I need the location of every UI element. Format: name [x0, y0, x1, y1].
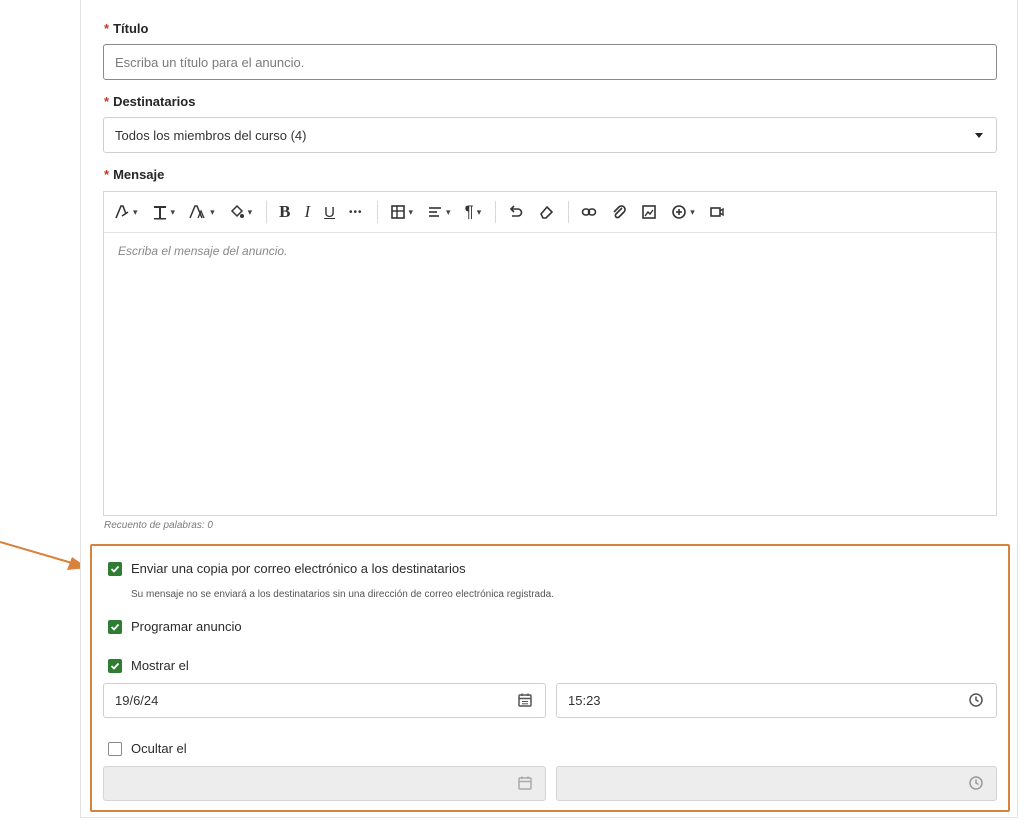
table-icon[interactable]: ▾ — [390, 204, 413, 220]
email-copy-option[interactable]: Enviar una copia por correo electrónico … — [108, 561, 466, 576]
hide-on-checkbox[interactable] — [108, 741, 122, 756]
font-size-icon[interactable]: ▾ — [189, 204, 215, 220]
show-date-input[interactable]: 19/6/24 — [103, 683, 546, 718]
message-editor[interactable]: ▾ ▾ ▾ ▾ B I U ••• ▾ ▾ ¶ ▾ ▾ Escriba el m… — [103, 191, 997, 516]
show-time-value: 15:23 — [568, 693, 601, 708]
schedule-option[interactable]: Programar anuncio — [108, 619, 242, 634]
paragraph-icon[interactable]: ¶ ▾ — [465, 202, 482, 222]
text-format-icon[interactable]: ▾ — [152, 204, 175, 220]
hide-time-input — [556, 766, 997, 801]
title-input[interactable]: Escriba un título para el anuncio. — [103, 44, 997, 80]
check-icon — [110, 565, 120, 573]
calendar-icon[interactable] — [517, 692, 533, 708]
email-copy-label: Enviar una copia por correo electrónico … — [131, 561, 466, 576]
clock-icon — [969, 776, 983, 790]
more-icon[interactable]: ••• — [349, 207, 363, 218]
show-on-option[interactable]: Mostrar el — [108, 658, 189, 673]
insert-icon[interactable]: ▾ — [671, 204, 695, 220]
word-count: Recuento de palabras: 0 — [104, 520, 213, 531]
clock-icon[interactable] — [968, 692, 984, 708]
schedule-checkbox[interactable] — [108, 619, 122, 634]
link-icon[interactable] — [581, 204, 597, 220]
show-date-value: 19/6/24 — [115, 693, 159, 708]
schedule-label: Programar anuncio — [131, 619, 242, 634]
recipients-label: * Destinatarios — [104, 94, 196, 109]
bold-icon[interactable]: B — [279, 202, 290, 222]
email-copy-checkbox[interactable] — [108, 561, 122, 576]
align-icon[interactable]: ▾ — [427, 204, 451, 220]
recipients-select[interactable]: Todos los miembros del curso (4) — [103, 117, 997, 153]
hide-date-input — [103, 766, 546, 801]
image-icon[interactable] — [641, 204, 657, 220]
underline-icon[interactable]: U — [324, 204, 335, 221]
editor-toolbar: ▾ ▾ ▾ ▾ B I U ••• ▾ ▾ ¶ ▾ ▾ — [104, 192, 996, 233]
chevron-down-icon — [975, 133, 983, 138]
toolbar-separator — [266, 201, 268, 223]
check-icon — [110, 623, 120, 631]
show-time-input[interactable]: 15:23 — [556, 683, 997, 718]
check-icon — [110, 662, 120, 670]
toolbar-separator — [568, 201, 570, 223]
toolbar-separator — [376, 201, 378, 223]
calendar-icon — [518, 776, 532, 790]
eraser-icon[interactable] — [538, 204, 554, 220]
title-placeholder: Escriba un título para el anuncio. — [115, 54, 305, 70]
show-on-checkbox[interactable] — [108, 658, 122, 673]
hide-on-option[interactable]: Ocultar el — [108, 741, 187, 756]
recipients-selected-value: Todos los miembros del curso (4) — [115, 127, 307, 143]
attach-icon[interactable] — [611, 204, 627, 220]
undo-icon[interactable] — [508, 204, 524, 220]
italic-icon[interactable]: I — [304, 202, 310, 222]
toolbar-separator — [495, 201, 497, 223]
text-color-icon[interactable]: ▾ — [229, 204, 252, 220]
title-label: * Título — [104, 21, 149, 36]
hide-on-label: Ocultar el — [131, 741, 187, 756]
show-on-label: Mostrar el — [131, 658, 189, 673]
media-icon[interactable] — [709, 204, 725, 220]
message-placeholder: Escriba el mensaje del anuncio. — [118, 244, 288, 258]
email-help-text: Su mensaje no se enviará a los destinata… — [131, 589, 555, 600]
paragraph-style-icon[interactable]: ▾ — [114, 204, 138, 220]
message-label: * Mensaje — [104, 167, 165, 182]
